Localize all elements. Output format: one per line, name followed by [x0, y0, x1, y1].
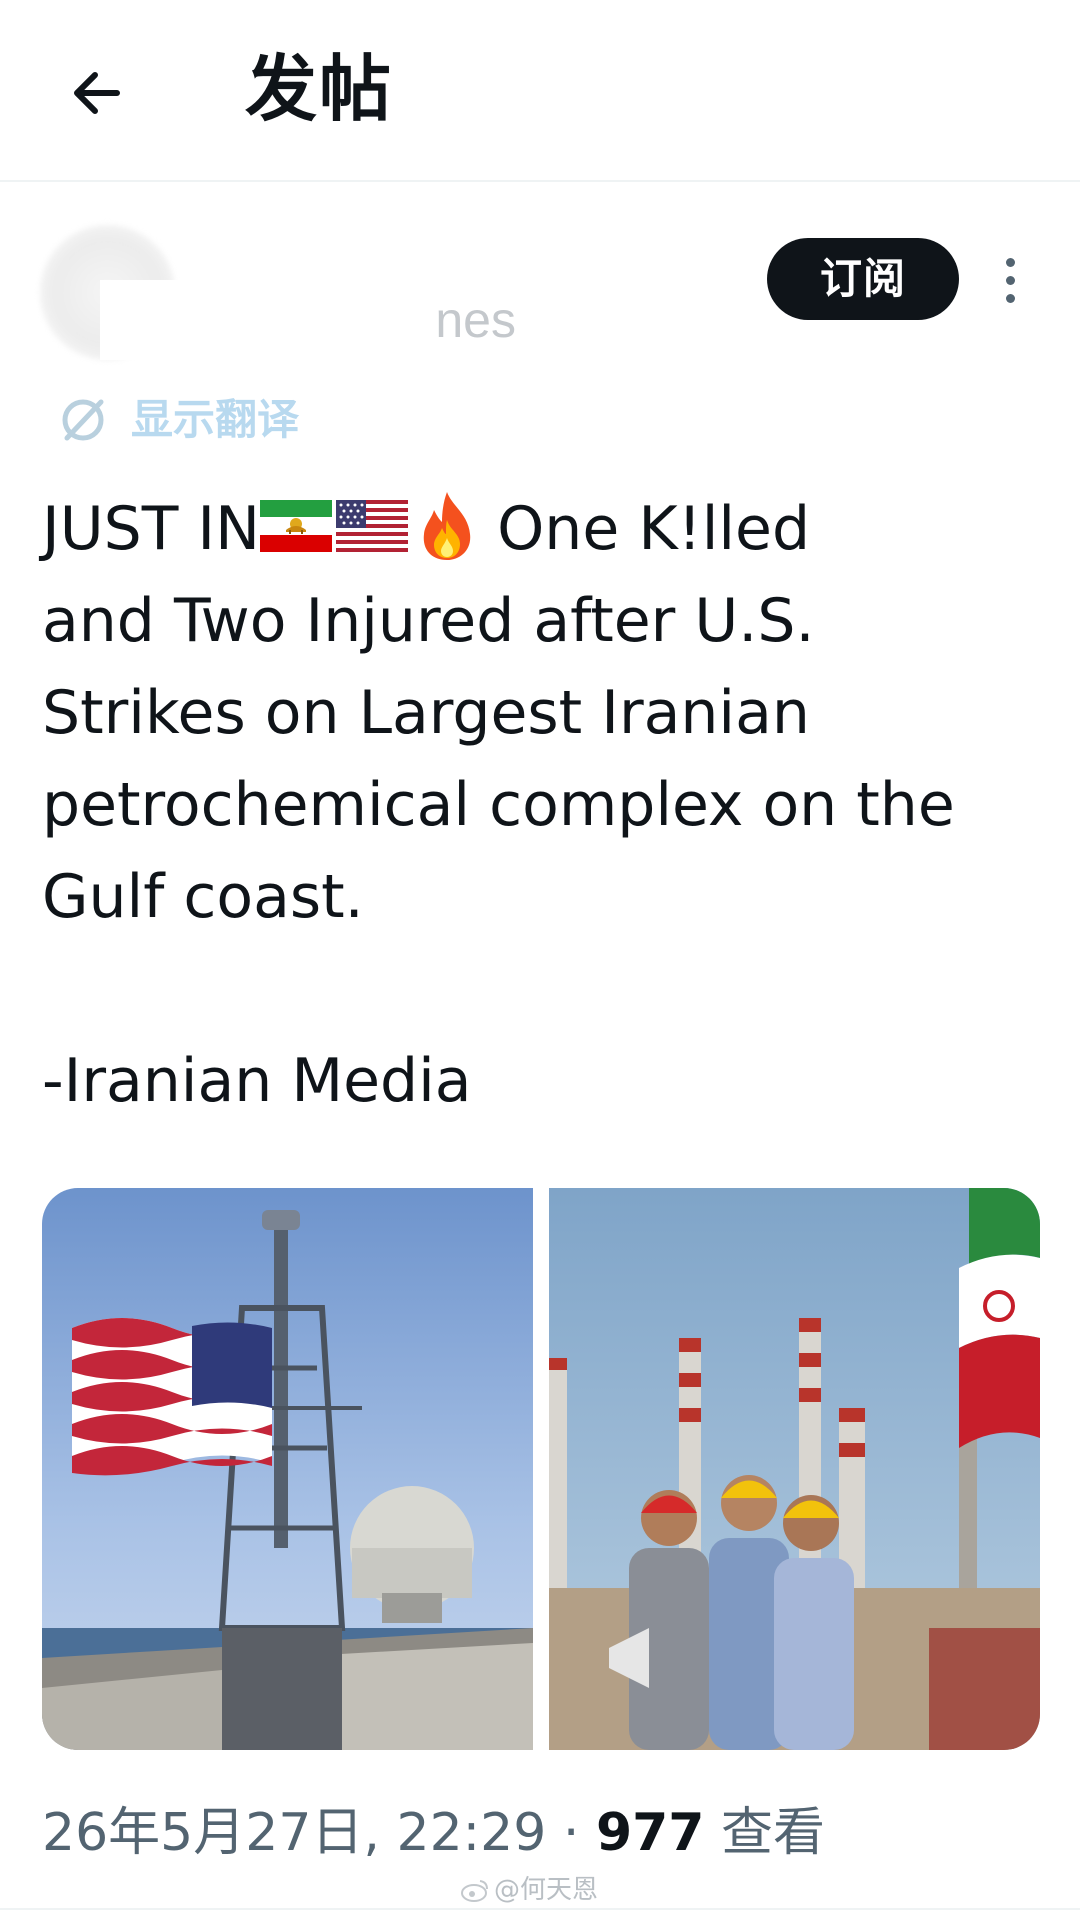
weibo-watermark: @何天恩 — [460, 1873, 598, 1907]
back-button[interactable] — [52, 48, 142, 138]
post-meta: 26年5月27日, 22:29 · 977 查看 — [42, 1798, 825, 1868]
page-title: 发帖 — [245, 47, 394, 131]
more-dot-icon — [1005, 275, 1015, 285]
divider — [0, 1908, 1080, 1910]
us-flag-in-photo — [72, 1318, 272, 1476]
watermark-text: @何天恩 — [494, 1875, 599, 1905]
iran-flag-in-photo — [959, 1188, 1040, 1448]
author-name-fragment: nes — [435, 292, 516, 348]
post-line-3: Strikes on Largest Iranian — [42, 678, 810, 748]
media-grid — [42, 1188, 1040, 1750]
post-text-segment: One K!lled — [497, 494, 811, 564]
post-text-segment: JUST IN — [42, 494, 260, 564]
view-count: 977 — [595, 1803, 705, 1863]
media-image-us-warship[interactable] — [42, 1188, 533, 1750]
media-image-petrochemical-workers[interactable] — [549, 1188, 1040, 1750]
post-text: JUST IN One K!lled and Two Injured after… — [42, 483, 1052, 1127]
post-line-7: -Iranian Media — [42, 1046, 472, 1116]
translate-label: 显示翻译 — [131, 395, 300, 444]
more-dot-icon — [1005, 293, 1015, 303]
workers-in-photo — [609, 1475, 854, 1750]
subscribe-button[interactable]: 订阅 — [767, 238, 959, 320]
fire-emoji-icon — [423, 492, 471, 561]
show-translation-link[interactable]: 显示翻译 — [55, 390, 299, 450]
author-display-name[interactable]: nes — [100, 280, 520, 360]
meta-separator: · — [562, 1803, 580, 1863]
usa-flag-icon — [336, 500, 408, 553]
post-blank-line — [42, 943, 1052, 1035]
view-count-label[interactable]: 查看 — [721, 1803, 825, 1863]
post-timestamp: 26年5月27日, 22:29 — [42, 1803, 547, 1863]
post-line-2: and Two Injured after U.S. — [42, 586, 815, 656]
weibo-logo-icon — [461, 1880, 488, 1902]
post-line-1: JUST IN One K!lled — [42, 483, 1052, 575]
post-line-5: Gulf coast. — [42, 862, 364, 932]
name-obscured-overlay — [100, 280, 435, 360]
arrow-left-icon — [74, 72, 120, 114]
warship-flag-photo — [42, 1188, 533, 1750]
refinery-workers-photo — [549, 1188, 1040, 1750]
iran-lion-sun-flag-icon — [260, 500, 332, 553]
top-bar: 发帖 — [0, 0, 1080, 182]
post-line-4: petrochemical complex on the — [42, 770, 955, 840]
more-dot-icon — [1005, 257, 1015, 267]
more-options-button[interactable] — [990, 245, 1030, 315]
translate-globe-icon — [62, 399, 104, 441]
